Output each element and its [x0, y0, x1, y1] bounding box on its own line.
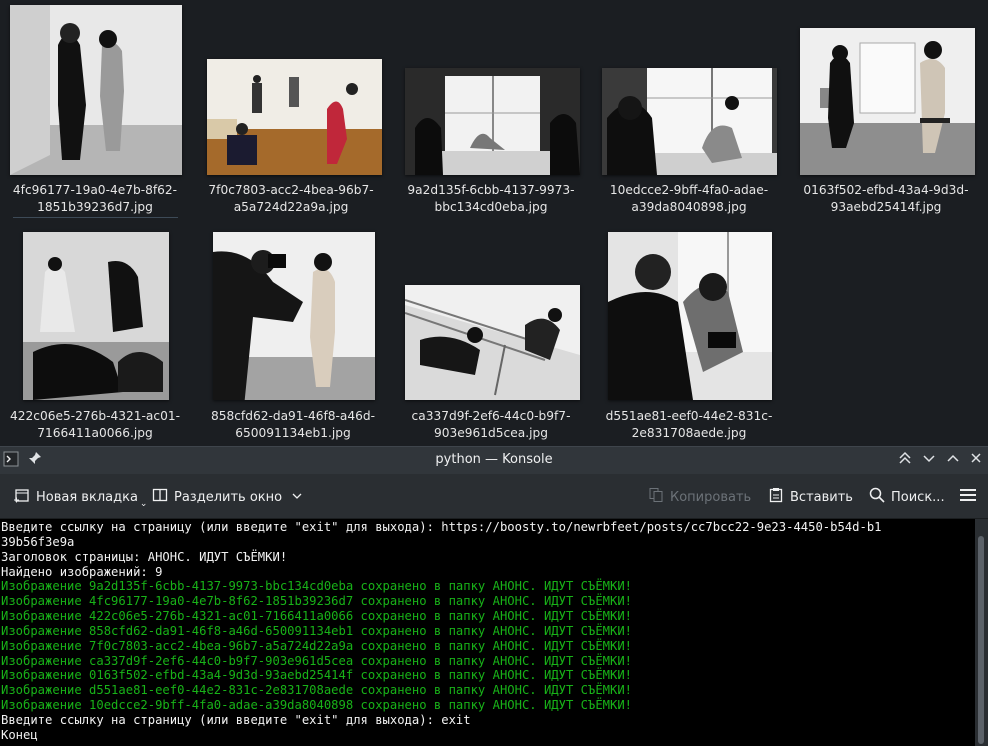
- split-view-button[interactable]: Разделить окно: [152, 487, 302, 507]
- file-manager-view: 4fc96177-19a0-4e7b-8f62- 1851b39236d7.jpg…: [0, 0, 988, 446]
- image-thumbnail: [23, 232, 169, 400]
- hamburger-menu-button[interactable]: [959, 487, 977, 507]
- konsole-toolbar: Новая вкладка ⌄ Разделить окно Копироват…: [0, 474, 988, 519]
- terminal-line: Изображение 858cfd62-da91-46f8-a46d-6500…: [1, 623, 633, 638]
- terminal-line: 39b56f3e9a: [1, 534, 75, 549]
- minimize-icon[interactable]: [920, 451, 938, 469]
- scrollbar-thumb[interactable]: [978, 536, 984, 744]
- terminal-line: Изображение 10edcce2-9bff-4fa0-adae-a39d…: [1, 698, 633, 713]
- image-thumbnail: [10, 5, 182, 175]
- split-view-icon: [152, 487, 168, 507]
- terminal-text: Введите ссылку на страницу (или введите …: [1, 520, 882, 743]
- image-thumbnail: [602, 68, 777, 175]
- file-name: 7f0c7803-acc2-4bea-96b7- a5a724d22a9a.jpg: [208, 183, 374, 214]
- file-name: 4fc96177-19a0-4e7b-8f62- 1851b39236d7.jpg: [12, 183, 178, 214]
- terminal-line: Изображение 4fc96177-19a0-4e7b-8f62-1851…: [1, 594, 633, 609]
- terminal-line: Изображение 9a2d135f-6cbb-4137-9973-bbc1…: [1, 579, 633, 594]
- search-icon: [869, 487, 885, 507]
- file-name: 10edcce2-9bff-4fa0-adae-a39da8040898.jpg: [609, 183, 769, 214]
- image-thumbnail: [405, 285, 580, 400]
- terminal-line: Заголовок страницы: АНОНС. ИДУТ СЪЁМКИ!: [1, 549, 288, 564]
- image-thumbnail: [405, 68, 580, 175]
- terminal-output[interactable]: Введите ссылку на страницу (или введите …: [0, 519, 975, 746]
- paste-icon: [768, 487, 784, 507]
- find-label: Поиск...: [891, 489, 945, 505]
- copy-button[interactable]: Копировать: [648, 487, 751, 507]
- selection-underline: [13, 217, 178, 218]
- split-view-label: Разделить окно: [174, 489, 283, 505]
- window-title: python — Konsole: [435, 452, 553, 467]
- terminal-line: Изображение ca337d9f-2ef6-44c0-b9f7-903e…: [1, 653, 633, 668]
- new-tab-dropdown-icon: ⌄: [139, 499, 148, 509]
- terminal-line: Найдено изображений: 9: [1, 564, 163, 579]
- close-icon[interactable]: [967, 451, 985, 469]
- new-tab-label: Новая вкладка: [36, 489, 138, 505]
- terminal-line: Введите ссылку на страницу (или введите …: [1, 520, 882, 534]
- paste-button[interactable]: Вставить: [768, 487, 853, 507]
- terminal-line: Изображение d551ae81-eef0-44e2-831c-2e83…: [1, 683, 633, 698]
- file-name: 9a2d135f-6cbb-4137-9973- bbc134cd0eba.jpg: [407, 183, 575, 214]
- image-thumbnail: [213, 232, 375, 400]
- chevron-down-icon: [292, 490, 302, 505]
- image-thumbnail: [207, 59, 382, 175]
- copy-label: Копировать: [670, 489, 752, 505]
- keep-above-icon[interactable]: [896, 451, 914, 469]
- terminal-line: Изображение 0163f502-efbd-43a4-9d3d-93ae…: [1, 668, 633, 683]
- new-tab-button[interactable]: Новая вкладка ⌄: [14, 487, 148, 509]
- new-tab-icon: [14, 487, 30, 507]
- file-name: 422c06e5-276b-4321-ac01- 7166411a0066.jpg: [9, 409, 180, 440]
- terminal-line: Изображение 7f0c7803-acc2-4bea-96b7-a5a7…: [1, 638, 633, 653]
- file-name: 858cfd62-da91-46f8-a46d- 650091134eb1.jpg: [210, 409, 376, 440]
- find-button[interactable]: Поиск...: [869, 487, 945, 507]
- file-name: ca337d9f-2ef6-44c0-b9f7- 903e961d5cea.jpg: [411, 409, 571, 440]
- image-thumbnail: [800, 28, 975, 175]
- hamburger-menu-icon: [959, 487, 977, 507]
- image-thumbnail: [608, 232, 772, 400]
- file-name: 0163f502-efbd-43a4-9d3d- 93aebd25414f.jpg: [803, 183, 969, 214]
- terminal-line: Изображение 422c06e5-276b-4321-ac01-7166…: [1, 609, 633, 624]
- file-name: d551ae81-eef0-44e2-831c- 2e831708aede.jpg: [605, 409, 773, 440]
- copy-icon: [648, 487, 664, 507]
- terminal-line: Введите ссылку на страницу (или введите …: [1, 712, 471, 727]
- window-titlebar[interactable]: python — Konsole: [0, 446, 988, 474]
- paste-label: Вставить: [790, 489, 853, 505]
- maximize-icon[interactable]: [944, 451, 962, 469]
- terminal-line: Конец: [1, 727, 38, 742]
